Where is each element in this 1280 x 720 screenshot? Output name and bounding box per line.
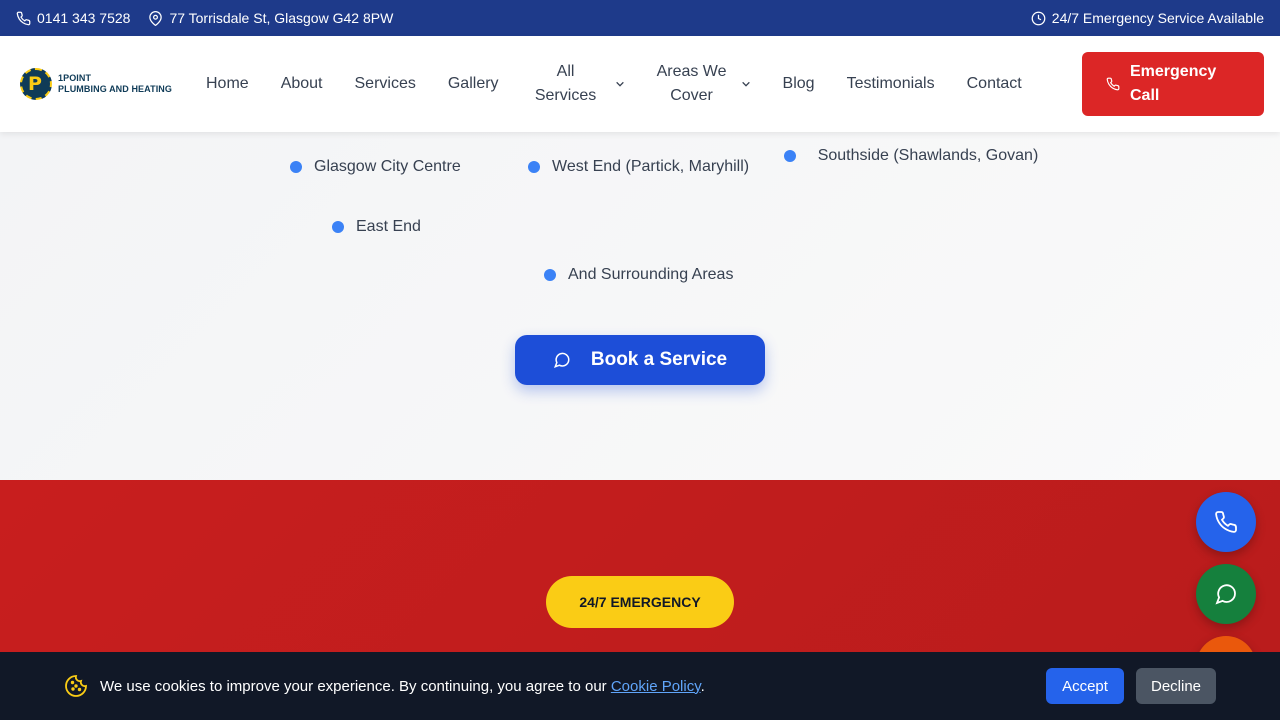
chevron-down-icon	[741, 81, 750, 87]
cookie-message-suffix: .	[700, 677, 705, 695]
nav-all-services-label: All Services	[534, 63, 597, 104]
book-service-button[interactable]: Book a Service	[515, 335, 765, 385]
area-item: Glasgow City Centre	[290, 158, 461, 176]
phone-icon	[1215, 511, 1237, 533]
bullet-dot	[784, 150, 796, 162]
site-header: P 1POINT PLUMBING AND HEATING Home About…	[0, 36, 1280, 132]
cookie-message-text: We use cookies to improve your experienc…	[100, 677, 611, 695]
topbar-phone[interactable]: 0141 343 7528	[16, 10, 130, 26]
logo-line1: 1POINT	[58, 73, 92, 83]
area-label: Glasgow City Centre	[314, 158, 461, 175]
area-label: Southside (Shawlands, Govan)	[817, 147, 1039, 164]
main-nav: Home About Services Gallery All Services…	[190, 60, 1038, 108]
top-info-bar: 0141 343 7528 77 Torrisdale St, Glasgow …	[0, 0, 1280, 36]
accept-cookies-button[interactable]: Accept	[1046, 668, 1124, 704]
bullet-dot	[544, 269, 556, 281]
nav-areas-label: Areas We Cover	[656, 63, 727, 104]
nav-all-services-dropdown[interactable]: All Services	[515, 60, 641, 108]
phone-icon	[1106, 77, 1120, 91]
floating-call-button[interactable]	[1196, 492, 1256, 552]
bullet-dot	[332, 221, 344, 233]
emergency-call-label: Emergency Call	[1130, 63, 1217, 104]
cookie-actions: Accept Decline	[1046, 668, 1216, 704]
floating-whatsapp-button[interactable]	[1196, 564, 1256, 624]
emergency-call-button[interactable]: Emergency Call	[1082, 52, 1264, 116]
emergency-badge: 24/7 EMERGENCY	[546, 576, 734, 628]
address-text: 77 Torrisdale St, Glasgow G42 8PW	[169, 10, 394, 26]
nav-home[interactable]: Home	[190, 72, 265, 96]
logo[interactable]: P 1POINT PLUMBING AND HEATING	[20, 68, 178, 100]
area-label: And Surrounding Areas	[568, 266, 734, 283]
area-item: And Surrounding Areas	[544, 266, 733, 284]
phone-icon	[16, 11, 31, 25]
nav-about[interactable]: About	[265, 72, 339, 96]
area-item: East End	[332, 218, 421, 236]
bullet-dot	[528, 161, 540, 173]
chat-bubble-icon	[553, 352, 570, 369]
book-service-label: Book a Service	[590, 349, 728, 370]
logo-mark: P	[20, 68, 52, 100]
area-label: West End (Partick, Maryhill)	[552, 158, 750, 175]
bullet-dot	[290, 161, 302, 173]
clock-icon	[1031, 11, 1046, 25]
nav-gallery[interactable]: Gallery	[432, 72, 515, 96]
area-item: West End (Partick, Maryhill)	[528, 158, 749, 176]
cookie-icon	[65, 675, 87, 697]
chat-bubble-icon	[1215, 584, 1236, 605]
cookie-message: We use cookies to improve your experienc…	[100, 678, 705, 695]
area-label: East End	[356, 218, 421, 235]
nav-blog[interactable]: Blog	[767, 72, 831, 96]
topbar-hours: 24/7 Emergency Service Available	[1031, 10, 1264, 26]
logo-line2: PLUMBING AND HEATING	[58, 84, 172, 94]
decline-cookies-button[interactable]: Decline	[1136, 668, 1216, 704]
topbar-address: 77 Torrisdale St, Glasgow G42 8PW	[148, 10, 393, 26]
nav-areas-dropdown[interactable]: Areas We Cover	[641, 60, 767, 108]
nav-testimonials[interactable]: Testimonials	[831, 72, 951, 96]
area-item: Southside (Shawlands, Govan)	[784, 144, 1048, 168]
cookie-banner: We use cookies to improve your experienc…	[0, 652, 1280, 720]
hours-text: 24/7 Emergency Service Available	[1051, 10, 1264, 26]
areas-section	[0, 132, 1280, 480]
logo-text: 1POINT PLUMBING AND HEATING	[58, 73, 172, 95]
cookie-policy-link[interactable]: Cookie Policy	[611, 678, 701, 695]
nav-contact[interactable]: Contact	[951, 72, 1038, 96]
chevron-down-icon	[615, 81, 624, 87]
nav-services[interactable]: Services	[339, 72, 432, 96]
phone-number: 0141 343 7528	[37, 10, 131, 26]
map-pin-icon	[149, 10, 163, 26]
